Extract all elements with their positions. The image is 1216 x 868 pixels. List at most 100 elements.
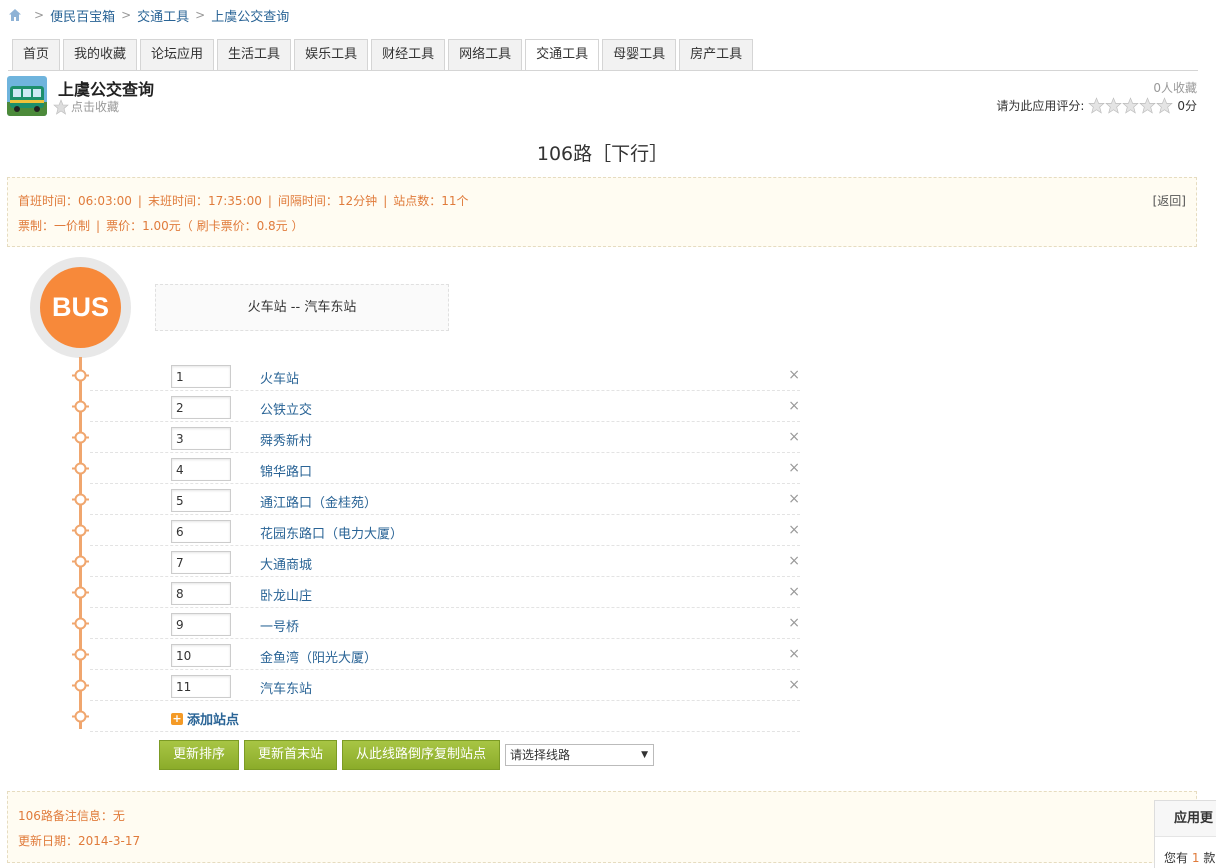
home-icon[interactable] — [8, 8, 22, 22]
rating-star-4-icon[interactable] — [1139, 97, 1157, 114]
stop-node-icon — [72, 647, 89, 662]
stop-row: 锦华路口 × — [0, 453, 800, 484]
tab-life-tools[interactable]: 生活工具 — [217, 39, 292, 70]
tab-baby-tools[interactable]: 母婴工具 — [602, 39, 677, 70]
stop-order-input[interactable] — [171, 489, 231, 512]
favorite-label: 点击收藏 — [71, 100, 120, 114]
stop-name-link[interactable]: 火车站 — [260, 368, 299, 387]
stop-order-input[interactable] — [171, 582, 231, 605]
stop-row: 大通商城 × — [0, 546, 800, 577]
delete-stop-icon[interactable]: × — [788, 398, 800, 414]
stop-node-icon — [72, 368, 89, 383]
tab-home[interactable]: 首页 — [12, 39, 61, 70]
divider: | — [383, 194, 388, 208]
stop-node-icon — [72, 399, 89, 414]
delete-stop-icon[interactable]: × — [788, 367, 800, 383]
route-title: 106路［下行］ — [536, 143, 669, 165]
stop-node-icon — [72, 709, 89, 724]
delete-stop-icon[interactable]: × — [788, 460, 800, 476]
route-info-box: 首班时间：06:03:00 | 末班时间：17:35:00 | 间隔时间：12分钟 | 站点… — [7, 177, 1197, 247]
stop-node-icon — [72, 616, 89, 631]
back-link[interactable]: [返回] — [1153, 192, 1186, 209]
tab-favorites[interactable]: 我的收藏 — [63, 39, 138, 70]
stop-name-link[interactable]: 舜秀新村 — [260, 430, 312, 449]
copy-reverse-button[interactable]: 从此线路倒序复制站点 — [342, 740, 501, 770]
side-panel-count: 1 — [1191, 851, 1200, 865]
stop-order-input[interactable] — [171, 396, 231, 419]
rating-star-1-icon[interactable] — [1088, 97, 1106, 114]
delete-stop-icon[interactable]: × — [788, 522, 800, 538]
stop-name-link[interactable]: 卧龙山庄 — [260, 585, 312, 604]
stop-order-input[interactable] — [171, 365, 231, 388]
rating-score: 0分 — [1177, 99, 1197, 113]
favorite-button[interactable]: 点击收藏 — [53, 98, 119, 115]
stop-order-input[interactable] — [171, 675, 231, 698]
tab-traffic-tools[interactable]: 交通工具 — [525, 39, 600, 71]
tab-divider — [8, 70, 1198, 71]
route-schedule-row: 首班时间：06:03:00 | 末班时间：17:35:00 | 间隔时间：12分钟 | 站点… — [18, 192, 469, 209]
rating-widget: 请为此应用评分: 0分 — [996, 97, 1197, 114]
breadcrumb-link-current[interactable]: 上虞公交查询 — [211, 6, 289, 25]
breadcrumb-link-traffic[interactable]: 交通工具 — [137, 6, 189, 25]
rating-star-2-icon[interactable] — [1105, 97, 1123, 114]
stop-name-link[interactable]: 锦华路口 — [260, 461, 312, 480]
stop-node-icon — [72, 430, 89, 445]
add-stop-row: + 添加站点 — [0, 701, 800, 732]
divider: | — [267, 194, 272, 208]
delete-stop-icon[interactable]: × — [788, 429, 800, 445]
tab-finance-tools[interactable]: 财经工具 — [371, 39, 446, 70]
rating-star-3-icon[interactable] — [1122, 97, 1140, 114]
delete-stop-icon[interactable]: × — [788, 491, 800, 507]
tab-entertainment-tools[interactable]: 娱乐工具 — [294, 39, 369, 70]
stop-node-icon — [72, 523, 89, 538]
chevron-right-icon: > — [121, 8, 132, 22]
stop-node-icon — [72, 678, 89, 693]
favorite-count: 0人收藏 — [1153, 81, 1197, 95]
route-select-value: 请选择线路 — [510, 748, 571, 762]
fare-type: 票制：一价制 — [18, 219, 91, 233]
tab-realestate-tools[interactable]: 房产工具 — [679, 39, 754, 70]
delete-stop-icon[interactable]: × — [788, 615, 800, 631]
stop-order-input[interactable] — [171, 520, 231, 543]
tab-forum-apps[interactable]: 论坛应用 — [140, 39, 215, 70]
stop-row: 一号桥 × — [0, 608, 800, 639]
chevron-right-icon: > — [34, 8, 45, 22]
first-bus-time: 首班时间：06:03:00 — [18, 194, 132, 208]
stop-row: 汽车东站 × — [0, 670, 800, 701]
stop-name-link[interactable]: 汽车东站 — [260, 678, 312, 697]
stop-name-link[interactable]: 公铁立交 — [260, 399, 312, 418]
route-select[interactable]: 请选择线路 ▼ — [505, 744, 655, 766]
divider: | — [96, 219, 101, 233]
rating-star-5-icon[interactable] — [1156, 97, 1174, 114]
delete-stop-icon[interactable]: × — [788, 677, 800, 693]
delete-stop-icon[interactable]: × — [788, 646, 800, 662]
interval-time: 间隔时间：12分钟 — [277, 194, 378, 208]
stop-order-input[interactable] — [171, 644, 231, 667]
stop-name-link[interactable]: 花园东路口（电力大厦） — [260, 523, 403, 542]
update-date: 更新日期：2014-3-17 — [18, 834, 141, 848]
add-stop-button[interactable]: + 添加站点 — [171, 709, 239, 728]
stop-name-link[interactable]: 一号桥 — [260, 616, 299, 635]
breadcrumb-link-bianmin[interactable]: 便民百宝箱 — [50, 6, 115, 25]
stop-node-icon — [72, 492, 89, 507]
bus-badge-label: BUS — [40, 267, 121, 348]
stop-name-link[interactable]: 大通商城 — [260, 554, 312, 573]
stop-order-input[interactable] — [171, 458, 231, 481]
tab-bar: 首页 我的收藏 论坛应用 生活工具 娱乐工具 财经工具 网络工具 交通工具 母婴… — [12, 39, 756, 71]
stop-name-link[interactable]: 通江路口（金桂苑） — [260, 492, 377, 511]
rating-label: 请为此应用评分: — [996, 99, 1085, 113]
tab-network-tools[interactable]: 网络工具 — [448, 39, 523, 70]
bus-app-icon — [7, 76, 47, 116]
stop-order-input[interactable] — [171, 613, 231, 636]
stop-order-input[interactable] — [171, 551, 231, 574]
stop-node-icon — [72, 554, 89, 569]
divider: | — [137, 194, 142, 208]
stop-order-input[interactable] — [171, 427, 231, 450]
delete-stop-icon[interactable]: × — [788, 584, 800, 600]
update-order-button[interactable]: 更新排序 — [159, 740, 240, 770]
update-ends-button[interactable]: 更新首末站 — [244, 740, 338, 770]
stop-name-link[interactable]: 金鱼湾（阳光大厦） — [260, 647, 377, 666]
stop-node-icon — [72, 585, 89, 600]
delete-stop-icon[interactable]: × — [788, 553, 800, 569]
route-remark: 106路备注信息：无 — [18, 809, 125, 823]
